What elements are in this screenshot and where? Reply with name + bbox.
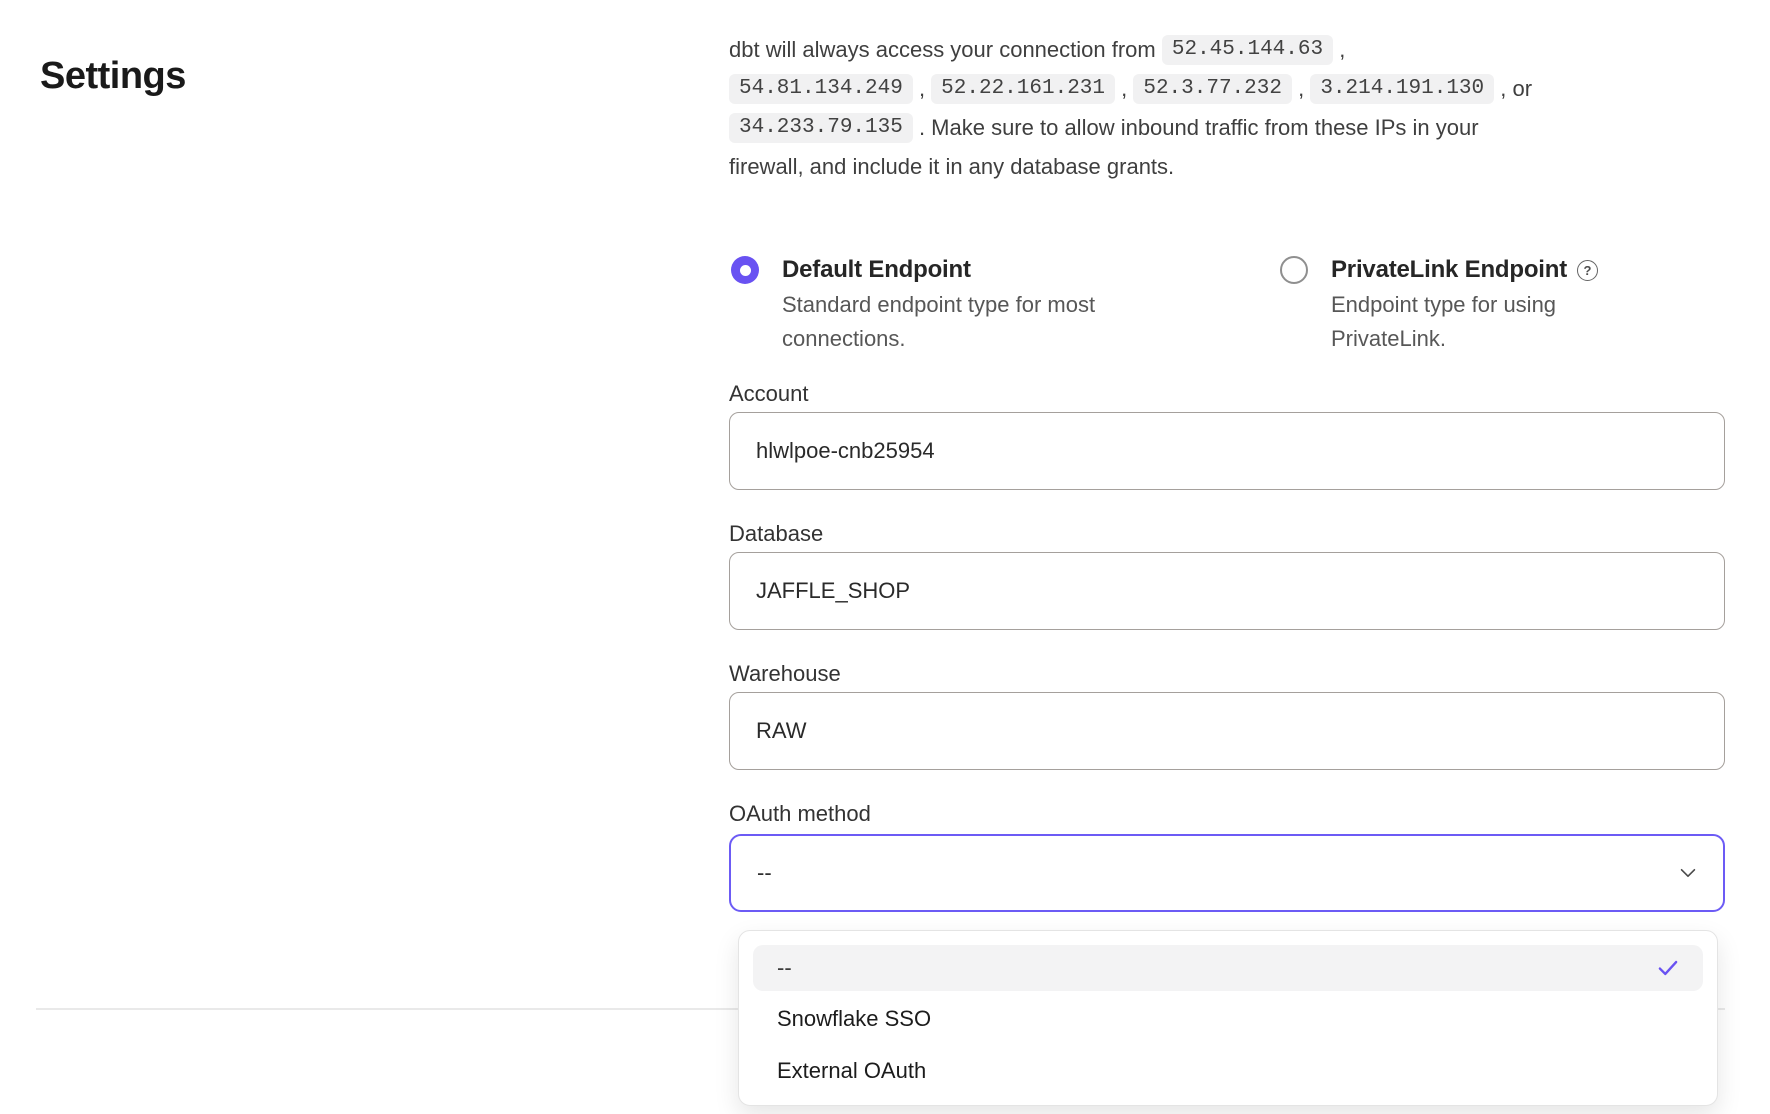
intro-line: 54.81.134.249 , 52.22.161.231 , 52.3.77.… (729, 69, 1739, 108)
ip-chip: 52.45.144.63 (1162, 35, 1333, 65)
intro-text: , (1115, 76, 1133, 102)
chevron-down-icon (1677, 862, 1699, 889)
oauth-method-selected-value: -- (757, 860, 772, 886)
default-endpoint-radio[interactable] (731, 256, 759, 284)
database-label: Database (729, 521, 823, 547)
privatelink-endpoint-label: PrivateLink Endpoint (1331, 256, 1567, 284)
account-input[interactable] (729, 412, 1725, 490)
database-input[interactable] (729, 552, 1725, 630)
dropdown-option-external-oauth[interactable]: External OAuth (739, 1045, 1717, 1097)
warehouse-label: Warehouse (729, 661, 841, 687)
intro-text: . Make sure to allow inbound traffic fro… (913, 115, 1479, 141)
default-endpoint-option[interactable]: Default Endpoint Standard endpoint type … (731, 247, 1127, 356)
ip-chip: 52.22.161.231 (931, 74, 1115, 104)
check-icon (1655, 955, 1681, 981)
dropdown-option-label: External OAuth (777, 1058, 926, 1084)
intro-text: , (1292, 76, 1310, 102)
intro-text: dbt will always access your connection f… (729, 37, 1162, 63)
privatelink-endpoint-description: Endpoint type for using PrivateLink. (1331, 288, 1591, 356)
account-label: Account (729, 381, 809, 407)
intro-line: 34.233.79.135 . Make sure to allow inbou… (729, 108, 1739, 147)
ip-chip: 54.81.134.249 (729, 74, 913, 104)
dropdown-option-snowflake-sso[interactable]: Snowflake SSO (739, 993, 1717, 1045)
dropdown-option-label: Snowflake SSO (777, 1006, 931, 1032)
default-endpoint-description: Standard endpoint type for most connecti… (782, 288, 1127, 356)
ip-chip: 52.3.77.232 (1133, 74, 1292, 104)
page-title: Settings (40, 55, 186, 98)
help-icon[interactable]: ? (1577, 260, 1598, 281)
oauth-method-select[interactable]: -- (729, 834, 1725, 912)
intro-text: , (1333, 37, 1345, 63)
intro-text: , (913, 76, 931, 102)
intro-line: dbt will always access your connection f… (729, 30, 1739, 69)
ip-allowlist-paragraph: dbt will always access your connection f… (729, 30, 1739, 186)
warehouse-input[interactable] (729, 692, 1725, 770)
intro-text: , or (1494, 76, 1532, 102)
dropdown-option-label: -- (777, 955, 792, 981)
intro-text: firewall, and include it in any database… (729, 154, 1174, 180)
oauth-method-dropdown: -- Snowflake SSO External OAuth (738, 930, 1718, 1106)
default-endpoint-label: Default Endpoint (782, 256, 971, 284)
privatelink-endpoint-radio[interactable] (1280, 256, 1308, 284)
ip-chip: 3.214.191.130 (1310, 74, 1494, 104)
oauth-method-label: OAuth method (729, 801, 871, 827)
ip-chip: 34.233.79.135 (729, 113, 913, 143)
dropdown-option-none[interactable]: -- (753, 945, 1703, 991)
intro-line: firewall, and include it in any database… (729, 147, 1739, 186)
connection-settings-page: Settings dbt will always access your con… (0, 0, 1770, 1114)
privatelink-endpoint-option[interactable]: PrivateLink Endpoint ? Endpoint type for… (1280, 247, 1598, 356)
